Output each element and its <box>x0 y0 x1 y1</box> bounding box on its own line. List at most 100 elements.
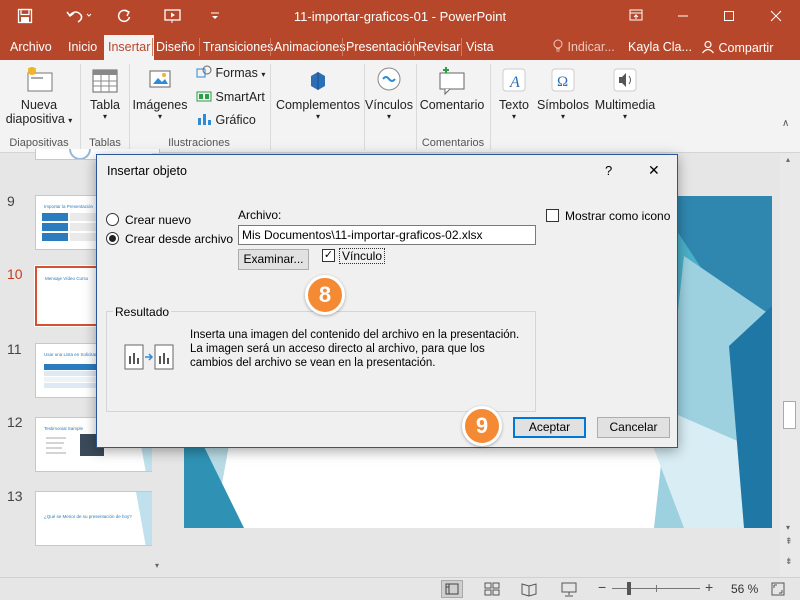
text-button[interactable]: A Texto ▾ <box>494 64 534 121</box>
chart-button[interactable]: Gráfico <box>196 112 256 127</box>
tell-me-search[interactable]: Indicar... <box>552 39 615 54</box>
tab-transiciones[interactable]: Transiciones <box>203 40 273 54</box>
maximize-icon[interactable] <box>717 8 741 26</box>
collapse-ribbon-icon[interactable]: ∧ <box>782 118 789 129</box>
create-from-file-radio[interactable] <box>106 232 119 245</box>
shapes-label: Formas <box>215 66 258 80</box>
create-new-label[interactable]: Crear nuevo <box>125 213 191 227</box>
share-button[interactable]: Compartir <box>697 37 793 59</box>
new-slide-line2: diapositiva <box>5 112 65 126</box>
symbols-button[interactable]: Ω Símbolos ▾ <box>536 64 590 121</box>
new-slide-line1: Nueva <box>20 98 58 112</box>
scrollbar-thumb[interactable] <box>783 401 796 429</box>
ok-button[interactable]: Aceptar <box>513 417 586 438</box>
display-as-icon-label[interactable]: Mostrar como icono <box>565 209 670 223</box>
chart-icon <box>198 114 211 125</box>
tell-me-text: Indicar... <box>567 40 615 54</box>
tab-archivo[interactable]: Archivo <box>10 40 52 54</box>
zoom-slider-thumb[interactable] <box>627 582 631 595</box>
tab-inicio[interactable]: Inicio <box>68 40 97 54</box>
close-icon[interactable] <box>764 8 788 26</box>
lightbulb-icon <box>553 39 563 52</box>
tab-vista[interactable]: Vista <box>466 40 494 54</box>
comment-label: Comentario <box>419 98 485 112</box>
text-icon: A <box>502 68 526 92</box>
fit-to-window-icon[interactable] <box>770 581 786 600</box>
tab-insertar[interactable]: Insertar <box>104 35 155 60</box>
addins-button[interactable]: Complementos ▾ <box>274 64 362 121</box>
images-icon <box>149 70 171 88</box>
ribbon: Nueva diapositiva ▾ Diapositivas Tabla ▾… <box>0 60 800 153</box>
zoom-in-icon[interactable]: + <box>705 579 713 595</box>
links-label: Vínculos <box>365 98 413 112</box>
create-from-file-label[interactable]: Crear desde archivo <box>125 232 233 246</box>
speaker-icon <box>613 68 637 92</box>
text-label: Texto <box>499 98 529 112</box>
group-label-illustrations: Ilustraciones <box>168 137 230 149</box>
slide-number: 11 <box>7 341 22 357</box>
svg-text:A: A <box>509 74 520 91</box>
file-path-input[interactable] <box>238 225 536 245</box>
previous-slide-icon[interactable]: ⇞ <box>785 536 793 547</box>
shapes-button[interactable]: Formas ▾ <box>196 65 265 80</box>
table-button[interactable]: Tabla ▾ <box>84 64 126 121</box>
link-result-icon <box>124 344 174 370</box>
browse-button[interactable]: Examinar... <box>238 249 309 270</box>
smartart-label: SmartArt <box>215 90 265 104</box>
table-icon <box>92 69 118 93</box>
normal-view-icon[interactable] <box>441 580 463 598</box>
slide-sorter-icon[interactable] <box>483 581 501 600</box>
new-slide-icon <box>27 67 53 92</box>
table-label: Tabla <box>90 98 120 112</box>
tab-revisar[interactable]: Revisar <box>418 40 460 54</box>
step-8-callout: 8 <box>305 275 345 315</box>
tab-animaciones[interactable]: Animaciones <box>274 40 346 54</box>
ribbon-display-options-icon[interactable] <box>624 8 648 26</box>
comment-button[interactable]: Comentario <box>418 64 486 112</box>
tab-presentacion[interactable]: Presentación <box>346 40 419 54</box>
minimize-icon[interactable] <box>671 8 695 26</box>
status-bar: − + 56 % <box>0 577 800 600</box>
next-slide-icon[interactable]: ⇟ <box>785 556 793 567</box>
omega-icon: Ω <box>551 68 575 92</box>
slide-vertical-scrollbar[interactable]: ▴ ▾ ⇞ ⇟ <box>780 153 800 577</box>
media-button[interactable]: Multimedia ▾ <box>592 64 658 121</box>
addins-label: Complementos <box>275 98 361 112</box>
insert-object-dialog: Insertar objeto ? ✕ Crear nuevo Crear de… <box>96 154 678 448</box>
help-icon[interactable]: ? <box>605 163 612 178</box>
display-as-icon-checkbox[interactable] <box>546 209 559 222</box>
zoom-level[interactable]: 56 % <box>731 582 758 596</box>
link-icon <box>377 67 401 91</box>
ribbon-tabs: Archivo Inicio Insertar Diseño Transicio… <box>0 35 800 60</box>
link-checkbox[interactable]: ✓ <box>322 249 335 262</box>
media-label: Multimedia <box>594 98 656 112</box>
links-button[interactable]: Vínculos ▾ <box>364 64 414 121</box>
result-description: Inserta una imagen del contenido del arc… <box>190 329 520 369</box>
smartart-button[interactable]: SmartArt <box>196 89 265 104</box>
group-label-slides: Diapositivas <box>9 137 69 149</box>
group-label-comments: Comentarios <box>421 137 485 149</box>
group-label-tables: Tablas <box>89 137 121 149</box>
slide-number: 9 <box>7 193 15 209</box>
new-comment-icon <box>439 67 465 96</box>
shapes-icon <box>196 65 212 78</box>
smartart-icon <box>196 91 212 102</box>
reading-view-icon[interactable] <box>520 581 538 600</box>
create-new-radio[interactable] <box>106 213 119 226</box>
slide-thumbnail[interactable]: ¿Qué se Menor de su presentación de hoy? <box>35 491 160 546</box>
share-label: Compartir <box>718 41 774 55</box>
images-label: Imágenes <box>132 98 188 112</box>
file-label: Archivo: <box>238 208 282 222</box>
zoom-out-icon[interactable]: − <box>598 579 606 595</box>
new-slide-button[interactable]: Nueva diapositiva ▾ <box>4 64 74 126</box>
cancel-button[interactable]: Cancelar <box>597 417 670 438</box>
tab-diseno[interactable]: Diseño <box>156 40 195 54</box>
chart-label: Gráfico <box>215 113 256 127</box>
images-button[interactable]: Imágenes ▾ <box>132 64 188 121</box>
slideshow-view-icon[interactable] <box>560 581 578 600</box>
dialog-title: Insertar objeto <box>107 164 187 178</box>
link-label[interactable]: Vínculo <box>339 248 386 264</box>
title-bar: 11-importar-graficos-01 - PowerPoint <box>0 0 800 35</box>
dialog-close-icon[interactable]: ✕ <box>648 162 660 179</box>
user-name[interactable]: Kayla Cla... <box>628 40 692 54</box>
